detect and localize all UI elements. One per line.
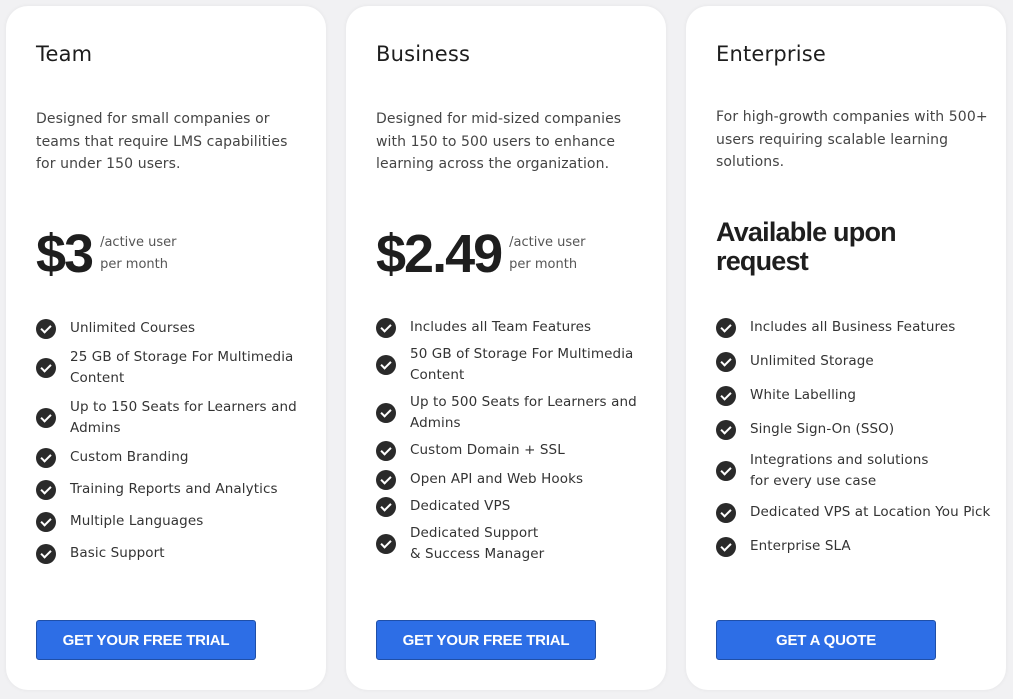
feature-text: Custom Domain + SSL <box>410 442 565 458</box>
feature-item: 25 GB of Storage For Multimedia Content <box>36 347 316 389</box>
feature-item: Up to 500 Seats for Learners and Admins <box>376 392 656 434</box>
feature-list: Includes all Business Features Unlimited… <box>716 317 996 566</box>
plan-title: Team <box>36 42 93 66</box>
feature-text: Up to 150 Seats for Learners and Admins <box>70 399 297 436</box>
check-circle-icon <box>376 496 396 517</box>
feature-list: Unlimited Courses 25 GB of Storage For M… <box>36 318 316 573</box>
check-circle-icon <box>716 419 736 440</box>
feature-text: Single Sign-On (SSO) <box>750 421 895 437</box>
plan-card-business: Business Designed for mid-sized companie… <box>346 6 666 690</box>
feature-item: Basic Support <box>36 543 316 564</box>
feature-item: Dedicated VPS at Location You Pick <box>716 502 996 523</box>
check-circle-icon <box>376 534 396 554</box>
feature-item: Integrations and solutions for every use… <box>716 450 996 492</box>
feature-item: Custom Branding <box>36 447 316 468</box>
check-circle-icon <box>716 461 736 481</box>
feature-item: Unlimited Storage <box>716 351 996 372</box>
feature-item: Up to 150 Seats for Learners and Admins <box>36 397 316 439</box>
check-circle-icon <box>36 511 56 532</box>
price: $3 <box>36 224 94 284</box>
feature-text: Unlimited Courses <box>70 320 196 336</box>
feature-text: Enterprise SLA <box>750 538 851 554</box>
feature-text: Dedicated VPS <box>410 498 511 514</box>
feature-item: Single Sign-On (SSO) <box>716 419 996 440</box>
plan-description: Designed for small companies or teams th… <box>36 111 288 172</box>
check-circle-icon <box>376 469 396 490</box>
free-trial-button[interactable]: GET YOUR FREE TRIAL <box>36 620 256 660</box>
check-circle-icon <box>376 403 396 423</box>
feature-item: Includes all Business Features <box>716 317 996 338</box>
feature-text: 50 GB of Storage For Multimedia Content <box>410 346 634 383</box>
feature-item: Open API and Web Hooks <box>376 469 656 490</box>
feature-text: White Labelling <box>750 387 857 403</box>
check-circle-icon <box>36 318 56 339</box>
feature-list: Includes all Team Features 50 GB of Stor… <box>376 317 656 574</box>
feature-text: Multiple Languages <box>70 513 204 529</box>
feature-text: 25 GB of Storage For Multimedia Content <box>70 349 294 386</box>
plan-description: For high-growth companies with 500+ user… <box>716 109 988 170</box>
check-circle-icon <box>36 358 56 378</box>
get-quote-button[interactable]: GET A QUOTE <box>716 620 936 660</box>
price-unit: /active user per month <box>509 232 585 276</box>
plan-title: Enterprise <box>716 42 827 66</box>
free-trial-button[interactable]: GET YOUR FREE TRIAL <box>376 620 596 660</box>
price-unit-line-2: per month <box>509 257 578 272</box>
check-circle-icon <box>376 317 396 338</box>
feature-text: Training Reports and Analytics <box>70 481 278 497</box>
price-unit-line-1: /active user <box>100 235 177 250</box>
feature-item: Custom Domain + SSL <box>376 440 656 461</box>
feature-text: Includes all Business Features <box>750 319 956 335</box>
check-circle-icon <box>716 385 736 406</box>
feature-item: Unlimited Courses <box>36 318 316 339</box>
price-block: $2.49 /active user per month <box>376 224 586 284</box>
plan-description: Designed for mid-sized companies with 15… <box>376 111 622 172</box>
check-circle-icon <box>376 355 396 375</box>
check-circle-icon <box>716 502 736 523</box>
feature-item: Enterprise SLA <box>716 536 996 557</box>
feature-item: Multiple Languages <box>36 511 316 532</box>
plan-title: Business <box>376 42 471 66</box>
check-circle-icon <box>376 440 396 461</box>
price-unit-line-1: /active user <box>509 235 586 250</box>
price-on-request: Available upon request <box>716 217 897 276</box>
feature-item: Dedicated Support & Success Manager <box>376 523 656 565</box>
check-circle-icon <box>36 479 56 500</box>
check-circle-icon <box>36 408 56 428</box>
feature-text: Dedicated VPS at Location You Pick <box>750 504 991 520</box>
feature-text: Custom Branding <box>70 449 189 465</box>
plan-card-enterprise: Enterprise For high-growth companies wit… <box>686 6 1006 690</box>
price-unit: /active user per month <box>100 232 176 276</box>
feature-item: 50 GB of Storage For Multimedia Content <box>376 344 656 386</box>
price-block: $3 /active user per month <box>36 224 176 284</box>
feature-text: Dedicated Support & Success Manager <box>410 525 545 562</box>
check-circle-icon <box>716 536 736 557</box>
feature-text: Integrations and solutions for every use… <box>750 452 929 489</box>
feature-item: Training Reports and Analytics <box>36 479 316 500</box>
feature-text: Open API and Web Hooks <box>410 471 584 487</box>
feature-text: Unlimited Storage <box>750 353 874 369</box>
plan-card-team: Team Designed for small companies or tea… <box>6 6 326 690</box>
feature-text: Up to 500 Seats for Learners and Admins <box>410 394 637 431</box>
feature-item: Includes all Team Features <box>376 317 656 338</box>
check-circle-icon <box>716 317 736 338</box>
feature-text: Basic Support <box>70 545 165 561</box>
check-circle-icon <box>36 447 56 468</box>
price-unit-line-2: per month <box>100 257 168 272</box>
feature-text: Includes all Team Features <box>410 319 592 335</box>
check-circle-icon <box>716 351 736 372</box>
check-circle-icon <box>36 543 56 564</box>
feature-item: White Labelling <box>716 385 996 406</box>
feature-item: Dedicated VPS <box>376 496 656 517</box>
price: $2.49 <box>376 224 503 284</box>
